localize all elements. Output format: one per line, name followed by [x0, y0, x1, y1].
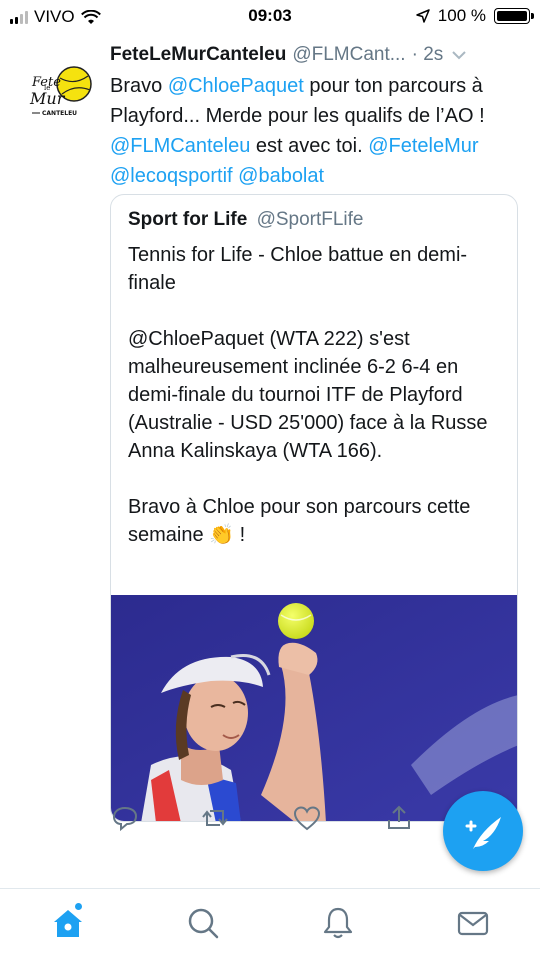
status-bar: VIVO 09:03 100 % [0, 0, 540, 34]
quoted-tweet-text: Tennis for Life - Chloe battue en demi-f… [128, 244, 488, 546]
home-new-dot [75, 903, 82, 910]
reply-icon[interactable] [110, 803, 140, 833]
notifications-icon[interactable] [320, 905, 356, 941]
compose-tweet-button[interactable] [443, 791, 523, 871]
quoted-author-handle: @SportFLife [256, 209, 364, 230]
tennis-player-photo[interactable] [111, 595, 517, 821]
retweet-icon[interactable] [200, 803, 230, 833]
tweet-body: FeteLeMurCanteleu @FLMCant... · 2s Bravo… [110, 42, 520, 191]
svg-text:CANTELEU: CANTELEU [42, 110, 77, 117]
like-icon[interactable] [292, 803, 322, 833]
quoted-tweet-header: Sport for Life @SportFLife [128, 209, 364, 231]
messages-icon[interactable] [455, 905, 491, 941]
home-icon[interactable] [50, 905, 86, 941]
tweet-actions [110, 803, 410, 837]
search-icon[interactable] [185, 905, 221, 941]
quoted-author-name: Sport for Life [128, 209, 248, 230]
compose-tweet-icon [465, 817, 501, 849]
tennis-player-serving-photo [111, 595, 517, 821]
mention-link[interactable]: @FLMCanteleu [110, 135, 250, 157]
tweet-text-segment: Bravo [110, 75, 168, 97]
author-name[interactable]: FeteLeMurCanteleu [110, 44, 286, 66]
mention-link[interactable]: @babolat [238, 165, 324, 187]
mention-link[interactable]: @lecoqsportif [110, 165, 233, 187]
tweet-text: Bravo @ChloePaquet pour ton parcours à P… [110, 71, 520, 191]
battery-icon [494, 8, 534, 24]
chevron-down-icon[interactable] [451, 50, 467, 60]
quoted-tweet[interactable]: Sport for Life @SportFLife Tennis for Li… [110, 194, 518, 822]
tweet-header: FeteLeMurCanteleu @FLMCant... · 2s [110, 42, 520, 68]
tweet-time-value: 2s [423, 44, 444, 65]
avatar[interactable]: Fete le Mur CANTELEU [22, 50, 100, 128]
svg-text:Mur: Mur [29, 89, 66, 108]
location-arrow-icon [416, 9, 430, 23]
mention-link[interactable]: @FeteleMur [368, 135, 478, 157]
tweet-text-segment: est avec toi. [250, 135, 369, 157]
author-handle[interactable]: @FLMCant... [292, 44, 405, 66]
tweet-time: · 2s [411, 44, 444, 65]
battery-percent: 100 % [437, 6, 486, 25]
fete-le-mur-logo: Fete le Mur CANTELEU [29, 66, 92, 117]
mention-link[interactable]: @ChloePaquet [168, 75, 304, 97]
tab-bar [0, 889, 540, 960]
status-right: 100 % [416, 6, 534, 26]
share-icon[interactable] [384, 803, 414, 833]
